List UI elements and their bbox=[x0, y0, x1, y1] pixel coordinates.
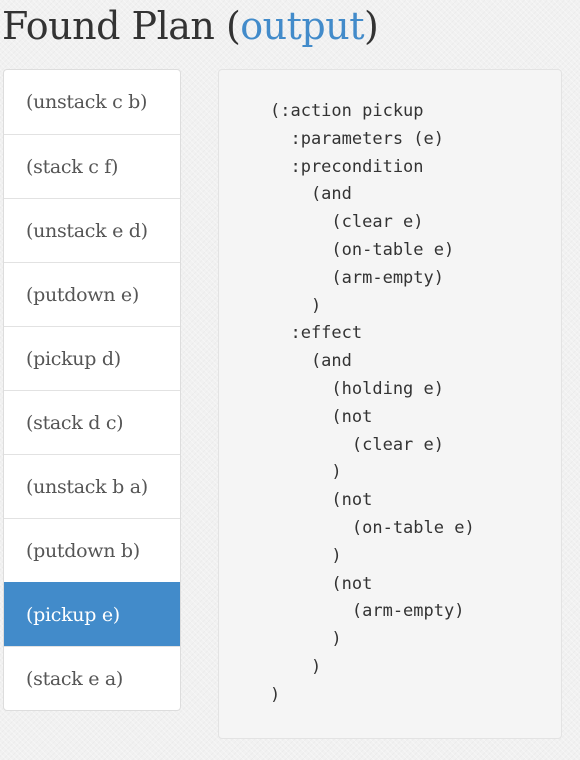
page-title: Found Plan (output) bbox=[2, 0, 379, 56]
output-link[interactable]: output bbox=[240, 4, 364, 48]
plan-step-item[interactable]: (putdown b) bbox=[4, 518, 180, 582]
plan-step-item[interactable]: (unstack b a) bbox=[4, 454, 180, 518]
plan-step-item[interactable]: (unstack e d) bbox=[4, 198, 180, 262]
plan-step-item[interactable]: (stack e a) bbox=[4, 646, 180, 710]
plan-step-item[interactable]: (stack d c) bbox=[4, 390, 180, 454]
page-title-text: Found Plan bbox=[2, 4, 215, 48]
action-definition-panel: (:action pickup :parameters (e) :precond… bbox=[218, 69, 562, 739]
action-definition-code: (:action pickup :parameters (e) :precond… bbox=[270, 101, 475, 705]
plan-step-item[interactable]: (putdown e) bbox=[4, 262, 180, 326]
plan-step-item[interactable]: (stack c f) bbox=[4, 134, 180, 198]
plan-step-item-selected[interactable]: (pickup e) bbox=[4, 582, 180, 646]
title-paren-open: ( bbox=[214, 4, 241, 48]
plan-step-item[interactable]: (pickup d) bbox=[4, 326, 180, 390]
plan-step-item[interactable]: (unstack c b) bbox=[4, 70, 180, 134]
title-paren-close: ) bbox=[363, 4, 379, 48]
plan-step-list: (unstack c b) (stack c f) (unstack e d) … bbox=[3, 69, 181, 711]
